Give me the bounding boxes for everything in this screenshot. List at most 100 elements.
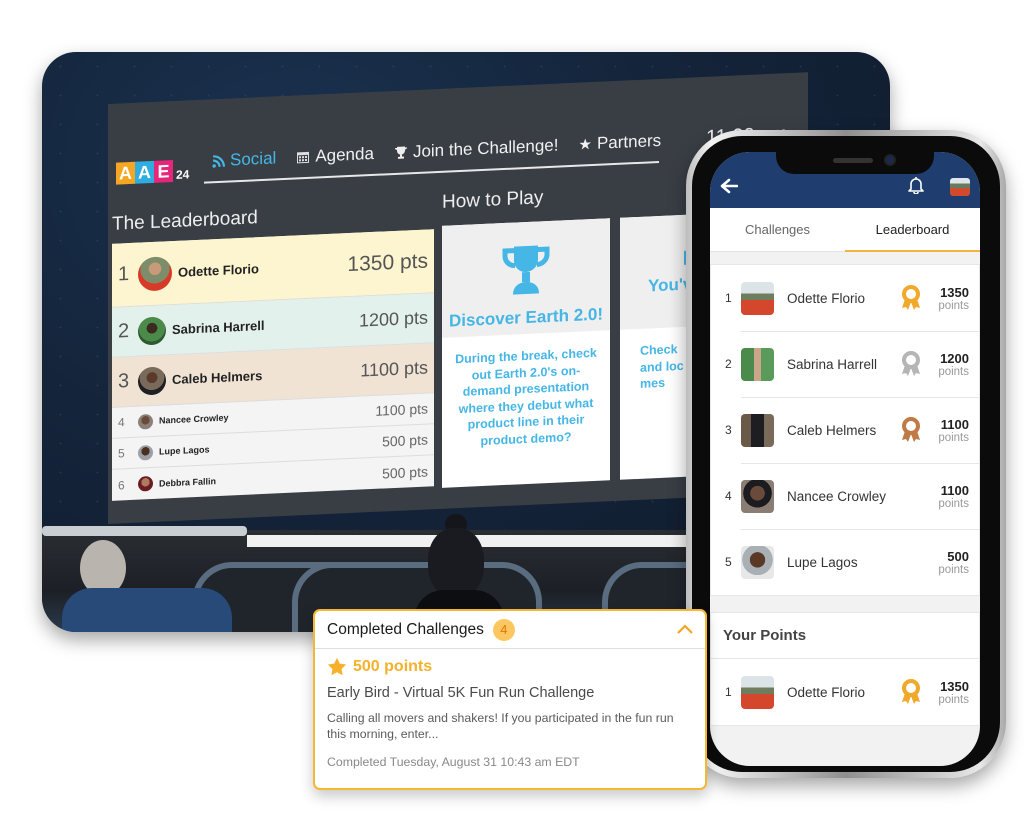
count-badge: 4 [492, 618, 515, 641]
points-unit: points [938, 365, 969, 378]
gold-medal-icon [902, 679, 920, 704]
points-unit: points [938, 431, 969, 444]
player-name: Odette Florio [178, 261, 259, 280]
rank: 4 [725, 489, 732, 503]
app-bar [710, 152, 980, 208]
avatar [741, 347, 774, 381]
rank: 1 [725, 291, 732, 305]
leaderboard-row[interactable]: 1 Odette Florio 1350 points [711, 265, 979, 331]
your-points-section: Your Points 1 Odette Florio 1350 points [710, 612, 980, 726]
points-value: 1200 [940, 350, 969, 366]
profile-avatar[interactable] [950, 178, 970, 196]
player-name: Lupe Lagos [787, 554, 858, 570]
tab-bar: Challenges Leaderboard [710, 208, 980, 252]
points-value: 1100 [940, 482, 969, 498]
bronze-medal-icon [902, 417, 920, 442]
nav-social[interactable]: Social [212, 148, 276, 171]
player-name: Caleb Helmers [787, 422, 877, 438]
player-points: 1200 pts [358, 307, 428, 331]
avatar [138, 365, 166, 396]
player-name: Nancee Crowley [787, 488, 887, 504]
collapse-button[interactable] [677, 621, 693, 639]
tab-challenges[interactable]: Challenges [710, 208, 845, 251]
rank: 3 [725, 423, 732, 437]
player-name: Sabrina Harrell [172, 317, 265, 338]
event-logo: A A E 24 [116, 159, 190, 185]
arrow-left-icon [720, 178, 739, 194]
chevron-up-icon [677, 623, 693, 634]
attendee-figure [62, 540, 232, 632]
player-name: Odette Florio [787, 290, 866, 306]
rank: 5 [725, 555, 732, 569]
leaderboard-row[interactable]: 3 Caleb Helmers 1100 points [711, 397, 979, 463]
rank: 2 [118, 320, 130, 343]
logo-letter: E [154, 160, 173, 183]
rank: 4 [118, 415, 125, 430]
nav-join-challenge[interactable]: Join the Challenge! [394, 135, 559, 163]
avatar [741, 479, 774, 513]
points-value: 1100 [940, 416, 969, 432]
rank: 2 [725, 357, 732, 371]
avatar [741, 545, 774, 579]
player-name: Sabrina Harrell [787, 356, 878, 372]
your-points-row[interactable]: 1 Odette Florio 1350 points [711, 659, 979, 725]
star-icon: ★ [578, 136, 592, 154]
trophy-icon [502, 245, 550, 295]
avatar [138, 413, 153, 430]
avatar [138, 475, 153, 492]
points-value: 1350 [940, 678, 969, 694]
avatar [741, 413, 774, 447]
star-icon [327, 657, 347, 676]
completed-challenges-header[interactable]: Completed Challenges 4 [315, 611, 705, 649]
logo-year: 24 [176, 167, 190, 182]
player-points: 1100 pts [375, 400, 428, 419]
calendar-icon [297, 151, 310, 164]
silver-medal-icon [902, 351, 920, 376]
leaderboard-row[interactable]: 5 Lupe Lagos 500 points [711, 529, 979, 595]
avatar [138, 315, 166, 346]
phone-mockup: Challenges Leaderboard 1 Odette Florio 1… [686, 130, 1006, 778]
nav-agenda[interactable]: Agenda [296, 144, 374, 168]
back-button[interactable] [720, 176, 739, 198]
points-unit: points [938, 497, 969, 510]
leaderboard-list: 1 Odette Florio 1350 points 2 Sabrina Har… [710, 264, 980, 596]
nav-label: Agenda [315, 143, 374, 166]
how-to-play-title: How to Play [442, 187, 544, 213]
challenge-points: 500 points [353, 657, 433, 675]
challenge-name: Early Bird - Virtual 5K Fun Run Challeng… [327, 685, 595, 701]
rank: 1 [118, 263, 130, 286]
leaderboard-title: The Leaderboard [112, 207, 258, 235]
board-leaderboard: 1 Odette Florio 1350 pts 2 Sabrina Harre… [112, 229, 434, 501]
points-unit: points [938, 299, 969, 312]
player-name: Nancee Crowley [159, 412, 229, 426]
bell-icon [908, 177, 924, 195]
completed-challenges-panel: Completed Challenges 4 500 points Early … [313, 609, 707, 790]
avatar [741, 281, 774, 315]
points-unit: points [938, 563, 969, 576]
panel-title: Completed Challenges [327, 620, 484, 638]
nav-label: Partners [596, 130, 662, 153]
rank: 5 [118, 446, 125, 461]
player-points: 1350 pts [347, 248, 428, 276]
logo-letter: A [135, 160, 154, 184]
trophy-icon [394, 146, 407, 159]
leaderboard-row[interactable]: 2 Sabrina Harrell 1200 points [711, 331, 979, 397]
challenge-item[interactable]: 500 points Early Bird - Virtual 5K Fun R… [315, 649, 705, 777]
points-value: 500 [947, 548, 969, 564]
tab-leaderboard[interactable]: Leaderboard [845, 208, 980, 252]
challenge-description: Calling all movers and shakers! If you p… [327, 711, 674, 741]
card-title: Discover Earth 2.0! [448, 304, 603, 331]
nav-partners[interactable]: ★ Partners [578, 131, 661, 155]
rank: 3 [118, 370, 130, 393]
nav-label: Join the Challenge! [412, 135, 559, 162]
player-name: Debbra Fallin [159, 475, 217, 489]
rank: 1 [725, 685, 732, 699]
rank: 6 [118, 477, 125, 493]
player-points: 1100 pts [360, 357, 428, 381]
rss-icon [212, 154, 225, 168]
phone-screen: Challenges Leaderboard 1 Odette Florio 1… [710, 152, 980, 766]
player-name: Odette Florio [787, 684, 866, 700]
leaderboard-row[interactable]: 4 Nancee Crowley 1100 points [711, 463, 979, 529]
card-body: During the break, check out Earth 2.0's … [455, 345, 597, 448]
notifications-button[interactable] [908, 176, 924, 199]
